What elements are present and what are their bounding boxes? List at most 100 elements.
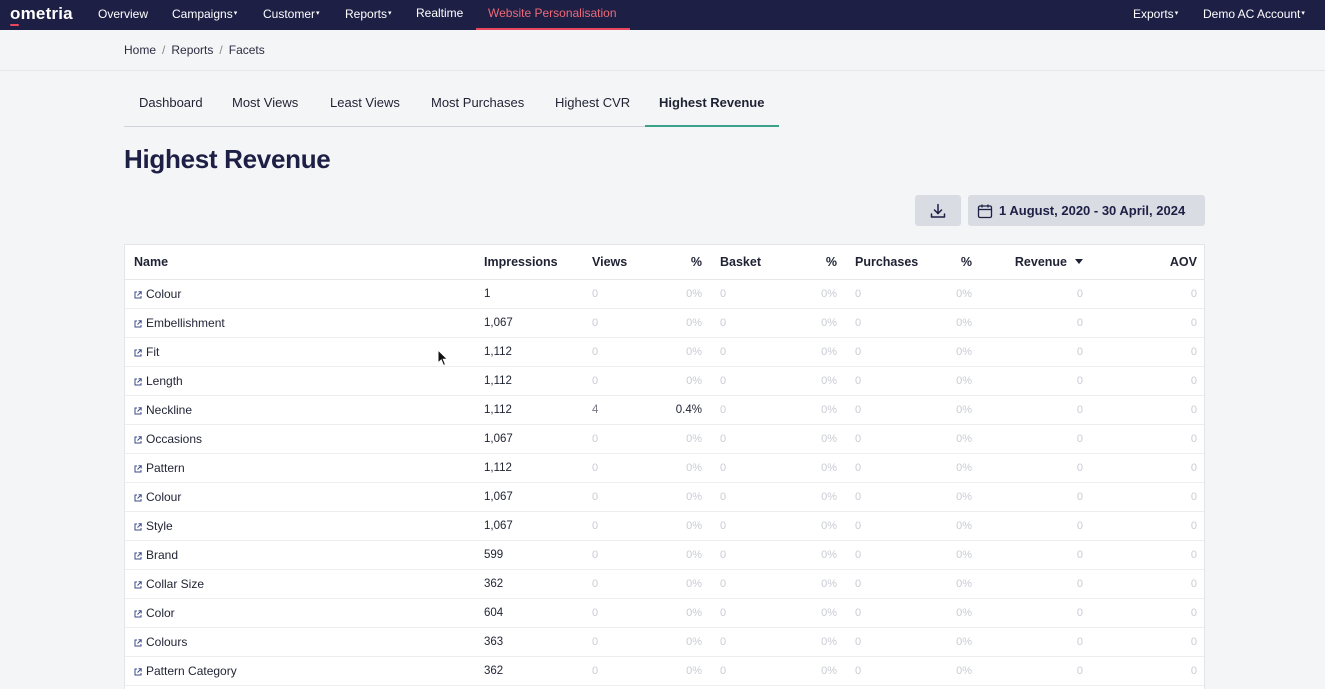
table-row[interactable]: Neckline 1,112 4 0.4% 0 0% 0 0% 0 0	[125, 395, 1204, 425]
table-header-row: Name Impressions Views % Basket % Purcha…	[125, 245, 1204, 280]
table-row[interactable]: Colours 363 0 0% 0 0% 0 0% 0 0	[125, 627, 1204, 657]
mouse-cursor-icon	[437, 349, 449, 367]
col-basket-pct[interactable]: %	[784, 245, 846, 280]
col-basket[interactable]: Basket	[711, 245, 784, 280]
table-row[interactable]: Occasions 1,067 0 0% 0 0% 0 0% 0 0	[125, 424, 1204, 454]
cell-impressions: 1,067	[475, 308, 583, 338]
cell-name[interactable]: Pattern	[125, 453, 475, 483]
table-row[interactable]: Colour 1,067 0 0% 0 0% 0 0% 0 0	[125, 482, 1204, 512]
cell-views: 0	[583, 540, 651, 570]
table-row[interactable]: Embellishment 1,067 0 0% 0 0% 0 0% 0 0	[125, 308, 1204, 338]
tab-most-purchases[interactable]: Most Purchases	[417, 86, 538, 127]
cell-purchases-pct: 0%	[918, 453, 981, 483]
cell-purchases	[846, 685, 918, 689]
cell-name[interactable]: Style	[125, 511, 475, 541]
table-row[interactable]: Colour 1 0 0% 0 0% 0 0% 0 0	[125, 279, 1204, 309]
cell-name[interactable]: Colour	[125, 279, 475, 309]
table-row[interactable]: Style 1,067 0 0% 0 0% 0 0% 0 0	[125, 511, 1204, 541]
table-row[interactable]: Color 604 0 0% 0 0% 0 0% 0 0	[125, 598, 1204, 628]
col-purchases-pct[interactable]: %	[918, 245, 981, 280]
cell-aov: 0	[1092, 511, 1204, 541]
cell-purchases: 0	[846, 395, 918, 425]
col-views-pct[interactable]: %	[651, 245, 711, 280]
facet-name: Style	[146, 518, 173, 533]
cell-revenue: 0	[981, 424, 1092, 454]
table-row[interactable]: Pattern Category 362 0 0% 0 0% 0 0% 0 0	[125, 656, 1204, 686]
col-views[interactable]: Views	[583, 245, 651, 280]
tab-highest-revenue[interactable]: Highest Revenue	[645, 86, 779, 127]
table-row[interactable]: Pattern 1,112 0 0% 0 0% 0 0% 0 0	[125, 453, 1204, 483]
nav-exports[interactable]: Exports▾	[1121, 0, 1190, 30]
tab-dashboard[interactable]: Dashboard	[125, 86, 217, 127]
cell-name[interactable]: Brand	[125, 540, 475, 570]
date-range-picker[interactable]: 1 August, 2020 - 30 April, 2024	[968, 195, 1205, 226]
nav-reports[interactable]: Reports▾	[333, 0, 404, 30]
cell-revenue: 0	[981, 337, 1092, 367]
table-row[interactable]: Collar Size 362 0 0% 0 0% 0 0% 0 0	[125, 569, 1204, 599]
external-link-icon[interactable]	[134, 435, 142, 444]
nav-campaigns[interactable]: Campaigns▾	[160, 0, 249, 30]
table-row[interactable]: Length 1,112 0 0% 0 0% 0 0% 0 0	[125, 366, 1204, 396]
external-link-icon[interactable]	[134, 348, 142, 357]
cell-name[interactable]: Pattern Category	[125, 656, 475, 686]
col-aov[interactable]: AOV	[1092, 245, 1204, 280]
nav-website-personalisation[interactable]: Website Personalisation	[476, 0, 630, 30]
cell-name[interactable]: Occasions	[125, 424, 475, 454]
cell-name[interactable]: Length	[125, 366, 475, 396]
external-link-icon[interactable]	[134, 522, 142, 531]
nav-overview[interactable]: Overview	[86, 0, 161, 30]
cell-purchases-pct: 0%	[918, 598, 981, 628]
tab-highest-cvr[interactable]: Highest CVR	[541, 86, 644, 127]
external-link-icon[interactable]	[134, 580, 142, 589]
col-name[interactable]: Name	[125, 245, 475, 280]
external-link-icon[interactable]	[134, 638, 142, 647]
cell-purchases: 0	[846, 598, 918, 628]
external-link-icon[interactable]	[134, 493, 142, 502]
cell-name[interactable]	[125, 685, 475, 689]
cell-name[interactable]: Collar Size	[125, 569, 475, 599]
breadcrumb-reports[interactable]: Reports	[171, 43, 213, 57]
external-link-icon[interactable]	[134, 464, 142, 473]
cell-name[interactable]: Fit	[125, 337, 475, 367]
ometria-logo[interactable]: ometria	[10, 4, 73, 26]
sort-desc-icon	[1075, 258, 1083, 264]
external-link-icon[interactable]	[134, 319, 142, 328]
nav-realtime[interactable]: Realtime	[404, 0, 475, 30]
cell-revenue: 0	[981, 540, 1092, 570]
nav-account[interactable]: Demo AC Account▾	[1191, 0, 1317, 30]
cell-aov: 0	[1092, 656, 1204, 686]
table-row[interactable]	[125, 685, 1204, 689]
cell-basket: 0	[711, 482, 784, 512]
download-button[interactable]	[915, 195, 961, 226]
cell-aov: 0	[1092, 453, 1204, 483]
col-revenue-label: Revenue	[1014, 254, 1067, 269]
external-link-icon[interactable]	[134, 609, 142, 618]
external-link-icon[interactable]	[134, 377, 142, 386]
cell-name[interactable]: Colour	[125, 482, 475, 512]
external-link-icon[interactable]	[134, 667, 142, 676]
cell-purchases-pct: 0%	[918, 627, 981, 657]
table-row[interactable]: Brand 599 0 0% 0 0% 0 0% 0 0	[125, 540, 1204, 570]
nav-customer[interactable]: Customer▾	[251, 0, 332, 30]
external-link-icon[interactable]	[134, 551, 142, 560]
cell-name[interactable]: Colours	[125, 627, 475, 657]
breadcrumb-home[interactable]: Home	[124, 43, 156, 57]
external-link-icon[interactable]	[134, 406, 142, 415]
external-link-icon[interactable]	[134, 290, 142, 299]
cell-views-pct: 0%	[651, 511, 711, 541]
cell-revenue: 0	[981, 482, 1092, 512]
col-revenue[interactable]: Revenue	[981, 245, 1092, 280]
cell-name[interactable]: Neckline	[125, 395, 475, 425]
facet-name: Embellishment	[146, 315, 225, 330]
cell-purchases: 0	[846, 308, 918, 338]
col-purchases[interactable]: Purchases	[846, 245, 918, 280]
cell-views: 0	[583, 627, 651, 657]
tab-least-views[interactable]: Least Views	[316, 86, 414, 127]
cell-purchases: 0	[846, 482, 918, 512]
cell-name[interactable]: Embellishment	[125, 308, 475, 338]
col-impressions[interactable]: Impressions	[475, 245, 583, 280]
cell-basket: 0	[711, 540, 784, 570]
cell-name[interactable]: Color	[125, 598, 475, 628]
tab-most-views[interactable]: Most Views	[218, 86, 312, 127]
table-row[interactable]: Fit 1,112 0 0% 0 0% 0 0% 0 0	[125, 337, 1204, 367]
